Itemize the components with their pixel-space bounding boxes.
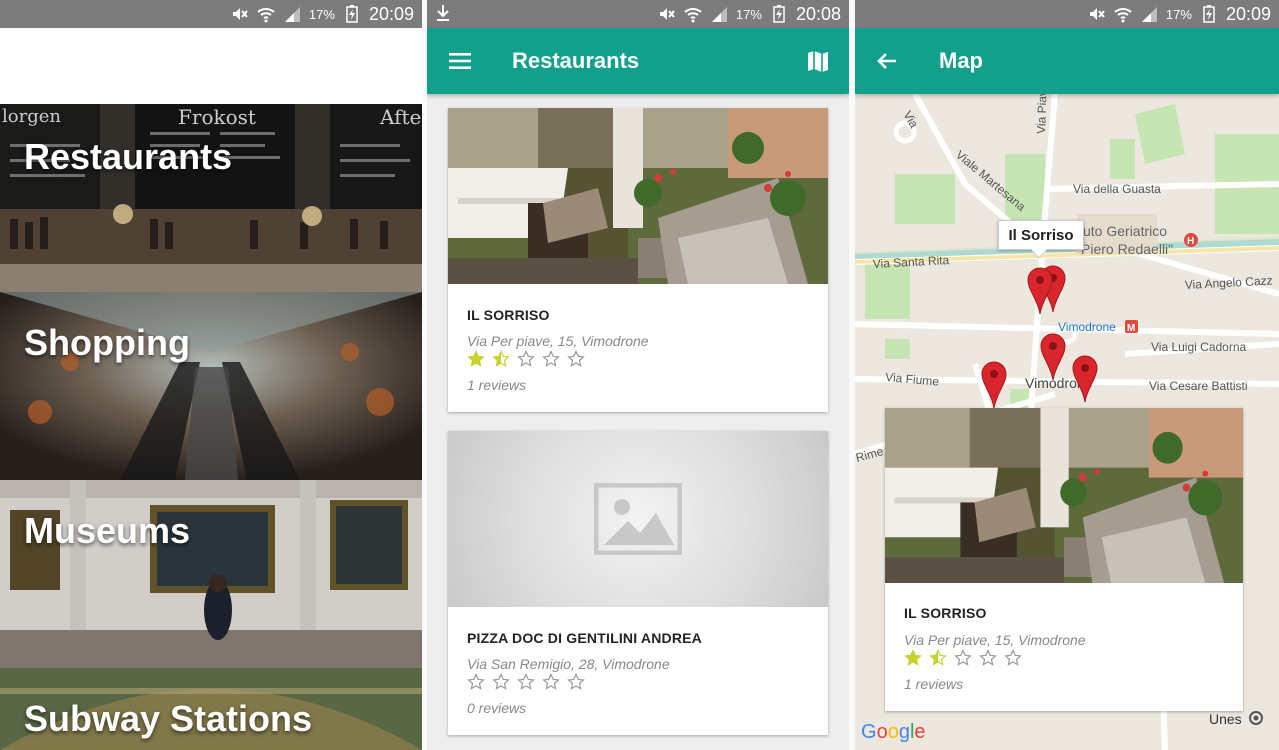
review-count: 1 reviews xyxy=(467,377,527,393)
info-window-title: Il Sorriso xyxy=(1008,226,1074,244)
star-empty-icon xyxy=(467,673,485,690)
street-label: Via Piave xyxy=(1034,94,1050,134)
battery-charging-icon xyxy=(343,5,361,23)
category-subway-stations[interactable]: Subway Stations xyxy=(0,668,422,750)
star-filled-icon xyxy=(904,649,922,666)
restaurant-card[interactable]: IL SORRISO Via Per piave, 15, Vimodrone … xyxy=(885,408,1243,711)
marker-info-window[interactable]: Il Sorriso xyxy=(998,220,1084,250)
app-bar: Restaurants xyxy=(427,28,849,94)
star-filled-icon xyxy=(467,350,485,367)
star-empty-icon xyxy=(517,673,535,690)
restaurant-card[interactable]: IL SORRISO Via Per piave, 15, Vimodrone … xyxy=(448,108,828,412)
signal-icon xyxy=(283,5,301,23)
categories-screen: 17% 20:09 Frokost lorgen Afte Restaurant… xyxy=(0,0,422,750)
star-empty-icon xyxy=(542,350,560,367)
place-label: uto Geriatrico xyxy=(1083,223,1167,239)
shopping-photo xyxy=(0,292,422,480)
star-empty-icon xyxy=(517,350,535,367)
info-window-pointer xyxy=(1031,249,1047,259)
star-empty-icon xyxy=(954,649,972,666)
page-title: Map xyxy=(939,48,983,73)
restaurant-address: Via Per piave, 15, Vimodrone xyxy=(904,632,1086,648)
battery-charging-icon xyxy=(1200,5,1218,23)
star-empty-icon xyxy=(492,673,510,690)
menu-icon[interactable] xyxy=(448,49,472,78)
category-label: Shopping xyxy=(24,322,190,363)
category-label: Subway Stations xyxy=(24,698,313,739)
svg-text:M: M xyxy=(1127,323,1135,334)
download-icon xyxy=(435,4,451,25)
wifi-icon xyxy=(257,5,275,23)
battery-percent: 17% xyxy=(308,6,335,22)
star-empty-icon xyxy=(542,673,560,690)
restaurant-card[interactable]: PIZZA DOC DI GENTILINI ANDREA Via San Re… xyxy=(448,431,828,735)
signal-icon xyxy=(1140,5,1158,23)
category-restaurants[interactable]: Frokost lorgen Afte Restaurants xyxy=(0,104,422,292)
review-count: 0 reviews xyxy=(467,700,527,716)
category-label: Museums xyxy=(24,510,191,551)
museums-photo xyxy=(0,480,422,668)
street-label: Via Cesare Battisti xyxy=(1149,379,1248,393)
map-icon[interactable] xyxy=(807,49,829,78)
image-placeholder-icon xyxy=(594,483,682,555)
restaurants-photo: Frokost lorgen Afte xyxy=(0,104,422,292)
street-label: Vimodrone xyxy=(1058,320,1116,334)
place-label: Unes xyxy=(1209,711,1242,727)
restaurant-photo xyxy=(885,408,1243,583)
status-bar: 17% 20:09 xyxy=(0,0,422,28)
wifi-icon xyxy=(1114,5,1132,23)
restaurant-address: Via San Remigio, 28, Vimodrone xyxy=(467,656,670,672)
restaurant-name: IL SORRISO xyxy=(904,605,987,621)
status-time: 20:09 xyxy=(1225,3,1271,24)
app-bar: Map xyxy=(855,28,1279,94)
place-label: Piero Redaelli" xyxy=(1081,241,1173,257)
star-half-icon xyxy=(492,350,510,367)
street-label: Via Luigi Cadorna xyxy=(1151,340,1247,354)
map-screen: 17% 20:09 Map H M Via Piave Via Viale Ma… xyxy=(855,0,1279,750)
restaurant-name: PIZZA DOC DI GENTILINI ANDREA xyxy=(467,630,702,646)
status-time: 20:08 xyxy=(795,3,841,24)
back-arrow-icon[interactable] xyxy=(875,49,899,78)
rating-stars xyxy=(467,350,585,368)
star-half-icon xyxy=(929,649,947,666)
star-empty-icon xyxy=(979,649,997,666)
status-time: 20:09 xyxy=(368,3,414,24)
status-bar: 17% 20:08 xyxy=(427,0,849,28)
restaurant-address: Via Per piave, 15, Vimodrone xyxy=(467,333,649,349)
star-empty-icon xyxy=(1004,649,1022,666)
mute-icon xyxy=(658,5,676,23)
wifi-icon xyxy=(684,5,702,23)
star-empty-icon xyxy=(567,673,585,690)
mute-icon xyxy=(1088,5,1106,23)
battery-charging-icon xyxy=(770,5,788,23)
star-empty-icon xyxy=(567,350,585,367)
svg-text:H: H xyxy=(1187,236,1194,247)
image-placeholder xyxy=(448,431,828,607)
category-shopping[interactable]: Shopping xyxy=(0,292,422,480)
mute-icon xyxy=(231,5,249,23)
signal-icon xyxy=(710,5,728,23)
category-museums[interactable]: Museums xyxy=(0,480,422,668)
battery-percent: 17% xyxy=(735,6,762,22)
page-title: Restaurants xyxy=(512,48,640,73)
restaurant-name: IL SORRISO xyxy=(467,307,550,323)
rating-stars xyxy=(467,673,585,691)
status-bar: 17% 20:09 xyxy=(855,0,1279,28)
review-count: 1 reviews xyxy=(904,676,964,692)
battery-percent: 17% xyxy=(1165,6,1192,22)
rating-stars xyxy=(904,649,1022,667)
restaurant-photo xyxy=(448,108,828,284)
google-logo: Google xyxy=(861,721,926,743)
restaurants-screen: 17% 20:08 Restaurants IL SORRISO Via Per… xyxy=(427,0,849,750)
street-label: Via della Guasta xyxy=(1073,182,1161,196)
category-label: Restaurants xyxy=(24,136,233,177)
